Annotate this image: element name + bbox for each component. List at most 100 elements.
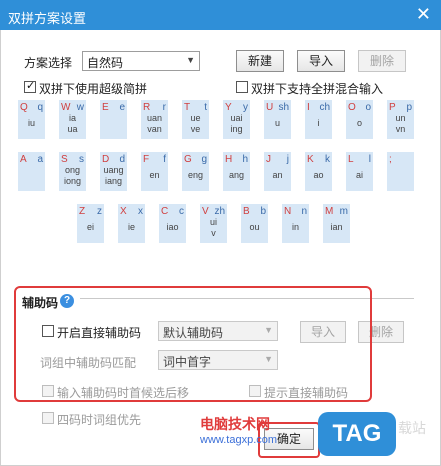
key-yunmu: ang <box>228 170 245 180</box>
key-letter: Y <box>225 102 232 113</box>
key-yunmu: eng <box>187 170 204 180</box>
key-z: Zz ei <box>77 204 104 243</box>
key-shengmu: l <box>368 154 371 165</box>
key-s: Ss ong iong <box>59 152 86 191</box>
key-yunmu: ai <box>355 170 363 180</box>
key-letter: U <box>266 102 274 113</box>
key-letter: W <box>61 102 71 113</box>
key-c: Cc iao <box>159 204 186 243</box>
scheme-select[interactable]: 自然码 ▼ <box>82 51 200 71</box>
mixed-full-label: 双拼下支持全拼混合输入 <box>251 82 384 96</box>
key-yunmu: ie <box>127 222 135 232</box>
key-shengmu: p <box>406 102 412 113</box>
key-shengmu: a <box>37 154 43 165</box>
key-letter: T <box>184 102 191 113</box>
key-letter: B <box>243 206 250 217</box>
key-yunmu: u <box>274 118 280 128</box>
title-bar: 双拼方案设置 ✕ <box>0 0 441 30</box>
key-shengmu: m <box>339 206 348 217</box>
key-shengmu: s <box>79 154 84 165</box>
key-letter: K <box>307 154 314 165</box>
key-a: Aa <box>18 152 45 191</box>
key-b: Bb ou <box>241 204 268 243</box>
key-shengmu: t <box>204 102 207 113</box>
key-letter: M <box>325 206 334 217</box>
key-yunmu: un <box>395 113 406 123</box>
key-shengmu: x <box>138 206 143 217</box>
key-letter: A <box>20 154 27 165</box>
key-yunmu: ao <box>313 170 324 180</box>
key-letter: E <box>102 102 109 113</box>
key-x: Xx ie <box>118 204 145 243</box>
key-r: Rr uan van <box>141 100 168 139</box>
new-scheme-button[interactable]: 新建 <box>236 50 284 72</box>
key-letter: O <box>348 102 356 113</box>
key-f: Ff en <box>141 152 168 191</box>
key-shengmu: f <box>163 154 166 165</box>
four-code-label: 四码时词组优先 <box>57 413 142 427</box>
watermark-station: 载站 <box>398 420 426 436</box>
key-y: Yy uai ing <box>223 100 250 139</box>
key-yunmu: iu <box>27 118 35 128</box>
key-yunmu: o <box>356 118 362 128</box>
key-letter: J <box>266 154 271 165</box>
key-shengmu: n <box>301 206 307 217</box>
key-letter: N <box>284 206 292 217</box>
chevron-down-icon: ▼ <box>186 55 195 65</box>
key-o: Ooo <box>346 100 373 139</box>
key-yunmu: ong <box>64 165 81 175</box>
key-t: Tt ue ve <box>182 100 209 139</box>
key-shengmu: w <box>76 102 84 113</box>
key-shengmu: d <box>119 154 125 165</box>
close-icon[interactable]: ✕ <box>416 4 431 24</box>
key-letter: ; <box>389 154 392 165</box>
key-letter: P <box>389 102 396 113</box>
key-k: Kk ao <box>305 152 332 191</box>
key-l: Ll ai <box>346 152 373 191</box>
key-letter: X <box>120 206 127 217</box>
key-shengmu: q <box>37 102 43 113</box>
key-yunmu: in <box>291 222 299 232</box>
key-shengmu: k <box>325 154 330 165</box>
key-d: Dd uang iang <box>100 152 127 191</box>
shuangpin-keyboard-map: Qq iu Ww ia ua Ee Rr uan van Tt ue ve Yy uai ing Ush u Ic… <box>18 100 418 246</box>
key-shengmu: o <box>365 102 371 113</box>
key-shengmu: c <box>179 206 184 217</box>
highlight-box <box>14 286 372 402</box>
import-scheme-button[interactable]: 导入 <box>297 50 345 72</box>
scheme-label: 方案选择 <box>24 56 73 70</box>
delete-scheme-button[interactable]: 删除 <box>358 50 406 72</box>
key-yunmu: an <box>272 170 283 180</box>
key-yunmu: iang <box>104 176 122 186</box>
key-shengmu: g <box>201 154 207 165</box>
key-shengmu: h <box>242 154 248 165</box>
key-yunmu: ia <box>68 113 76 123</box>
key-semicolon: ; <box>387 152 414 191</box>
key-letter: F <box>143 154 150 165</box>
key-letter: R <box>143 102 151 113</box>
key-letter: S <box>61 154 68 165</box>
key-shengmu: r <box>162 102 166 113</box>
key-yunmu: en <box>149 170 160 180</box>
key-yunmu: iong <box>63 176 81 186</box>
key-letter: H <box>225 154 233 165</box>
key-h: Hh ang <box>223 152 250 191</box>
key-yunmu: uan <box>146 113 163 123</box>
key-yunmu: ing <box>230 124 243 134</box>
mixed-full-checkbox[interactable] <box>236 81 248 93</box>
four-code-checkbox[interactable] <box>42 412 54 424</box>
key-u: Ush u <box>264 100 291 139</box>
key-shengmu: zh <box>214 206 225 217</box>
key-letter: Q <box>20 102 28 113</box>
key-e: Ee <box>100 100 127 139</box>
key-yunmu: v <box>211 228 216 238</box>
super-jianpin-label: 双拼下使用超级简拼 <box>39 82 148 96</box>
window-title: 双拼方案设置 <box>8 11 87 26</box>
key-q: Qq iu <box>18 100 45 139</box>
watermark-url: www.tagxp.com <box>200 434 278 446</box>
key-j: Jj an <box>264 152 291 191</box>
key-i: Ich i <box>305 100 332 139</box>
super-jianpin-checkbox[interactable] <box>24 79 36 93</box>
key-letter: V <box>202 206 209 217</box>
key-yunmu: uai <box>230 113 243 123</box>
